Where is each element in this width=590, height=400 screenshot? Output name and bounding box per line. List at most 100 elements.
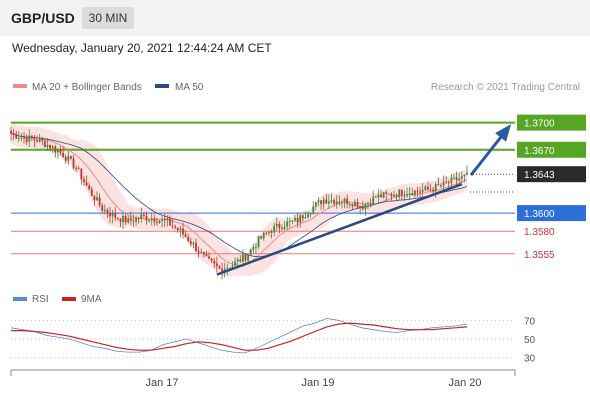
- candle-body: [398, 189, 401, 197]
- candle-body: [437, 184, 440, 186]
- candle-body: [406, 194, 408, 196]
- candle-body: [213, 260, 216, 264]
- rsi-legend-swatch: [13, 297, 27, 301]
- candle-body: [364, 204, 367, 210]
- candle-body: [380, 194, 382, 198]
- candle-body: [252, 247, 255, 250]
- x-tick-label: Jan 20: [448, 377, 481, 389]
- candle-body: [109, 213, 111, 217]
- candle-body: [145, 215, 148, 221]
- rsi-ma-legend-swatch: [62, 297, 76, 301]
- candle-body: [382, 192, 385, 198]
- candle-body: [314, 202, 317, 207]
- candle-body: [424, 186, 427, 190]
- ma50-legend-label: MA 50: [175, 82, 204, 93]
- candle-body: [80, 168, 83, 180]
- candle-body: [416, 190, 419, 192]
- candle-body: [166, 218, 169, 221]
- candle-body: [408, 193, 411, 195]
- candle-body: [59, 150, 62, 153]
- candle-body: [304, 217, 307, 219]
- candle-body: [10, 130, 12, 134]
- candle-body: [361, 205, 364, 210]
- candle-body: [189, 241, 192, 245]
- candle-body: [281, 228, 283, 230]
- candle-body: [124, 215, 127, 223]
- candle-body: [111, 212, 114, 217]
- candle-body: [56, 150, 59, 153]
- candle-body: [400, 189, 403, 196]
- candle-body: [122, 215, 124, 222]
- candle-body: [205, 254, 208, 257]
- candle-body: [249, 249, 252, 255]
- level-label-1-3670: 1.3670: [524, 146, 555, 157]
- candle-body: [273, 225, 276, 233]
- candle: [80, 168, 83, 185]
- candle-body: [338, 201, 341, 203]
- candle-body: [43, 141, 46, 148]
- candle-body: [327, 201, 330, 204]
- candle-body: [268, 231, 270, 234]
- rsi-panel: 70 50 30: [10, 316, 536, 365]
- candle-body: [333, 200, 336, 204]
- candle-body: [101, 205, 104, 211]
- candle-body: [262, 232, 265, 239]
- candle-body: [127, 218, 130, 223]
- candle-body: [317, 200, 320, 203]
- candle-body: [356, 202, 359, 208]
- x-tick-label: Jan 19: [301, 377, 334, 389]
- candle-body: [463, 174, 466, 177]
- candle-body: [442, 181, 445, 186]
- candle-body: [403, 195, 406, 197]
- candle-body: [20, 137, 23, 139]
- candle-body: [156, 221, 158, 223]
- candle-body: [158, 220, 161, 223]
- bb-legend-swatch: [13, 84, 27, 88]
- price-label-layer: 1.3700 1.3670 1.3600 1.3580 1.3555 1.3643: [470, 114, 586, 261]
- candle-body: [41, 138, 44, 142]
- candle-body: [447, 182, 450, 184]
- candle-body: [460, 176, 463, 179]
- level-label-1-3700: 1.3700: [524, 119, 555, 130]
- candle-body: [395, 195, 398, 197]
- candle-body: [119, 218, 122, 222]
- candle-body: [351, 204, 354, 207]
- candle-body: [387, 193, 390, 195]
- candle-body: [374, 196, 377, 198]
- candle-body: [247, 254, 250, 261]
- candle: [54, 144, 57, 158]
- candle-body: [23, 137, 25, 139]
- candle-body: [163, 219, 166, 221]
- candle-body: [187, 237, 190, 242]
- level-label-1-3580: 1.3580: [524, 227, 555, 238]
- candle-body: [434, 184, 437, 192]
- candle-body: [458, 178, 461, 181]
- candle-body: [278, 223, 281, 229]
- candle-body: [239, 259, 242, 262]
- candle-body: [182, 228, 184, 235]
- level-label-1-3555: 1.3555: [524, 250, 555, 261]
- candle-body: [85, 182, 88, 186]
- candle-body: [150, 218, 153, 221]
- candle-body: [197, 250, 200, 253]
- candle-body: [184, 234, 187, 238]
- candle-body: [429, 189, 432, 191]
- candle-body: [453, 177, 455, 179]
- candle-body: [275, 223, 278, 226]
- ma50-legend-swatch: [155, 84, 169, 88]
- candle-body: [348, 204, 351, 206]
- candle-body: [137, 217, 140, 219]
- candle-body: [93, 195, 96, 201]
- candle-body: [354, 202, 356, 207]
- candle-body: [176, 227, 179, 230]
- candle-body: [294, 218, 296, 221]
- candle-body: [210, 258, 213, 261]
- rsi-ma-legend-label: 9MA: [81, 294, 102, 305]
- candle-body: [312, 206, 315, 213]
- candle-body: [36, 140, 38, 142]
- candle-body: [270, 231, 273, 233]
- level-label-1-3600: 1.3600: [524, 209, 555, 220]
- candle-body: [413, 190, 416, 196]
- candle-body: [171, 225, 174, 227]
- candle-body: [343, 198, 346, 203]
